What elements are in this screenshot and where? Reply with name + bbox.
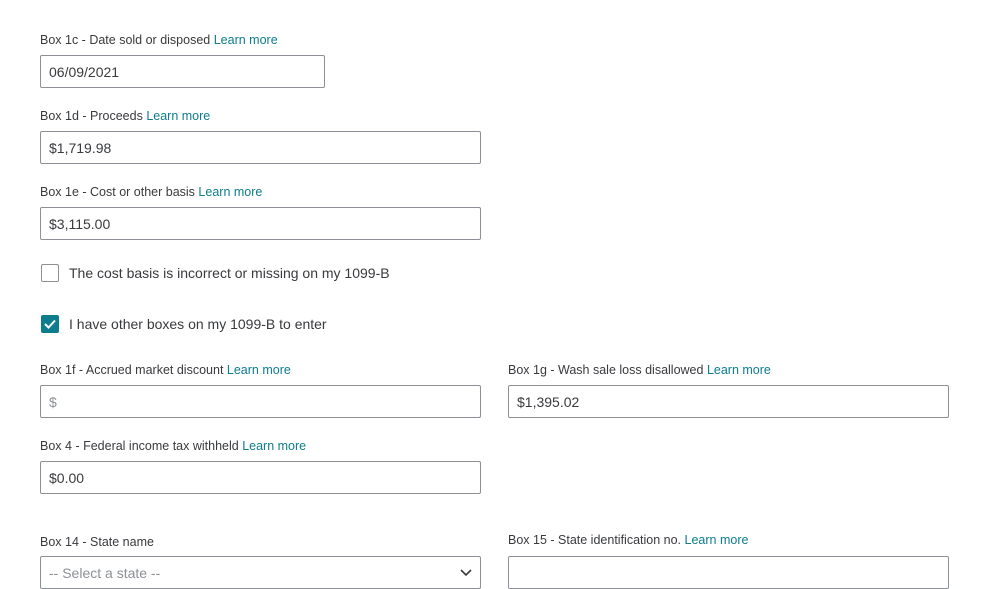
box14-label-text: Box 14 - State name <box>40 535 154 549</box>
box4-label-text: Box 4 - Federal income tax withheld <box>40 439 239 453</box>
box1c-label-text: Box 1c - Date sold or disposed <box>40 33 211 47</box>
box1g-label: Box 1g - Wash sale loss disallowed Learn… <box>508 363 771 377</box>
other-boxes-label: I have other boxes on my 1099-B to enter <box>69 316 327 332</box>
box15-label-text: Box 15 - State identification no. <box>508 533 682 547</box>
box1d-label-text: Box 1d - Proceeds <box>40 109 143 123</box>
box1g-label-text: Box 1g - Wash sale loss disallowed <box>508 363 704 377</box>
checkmark-icon <box>44 319 56 329</box>
box15-state-id-input[interactable] <box>508 556 949 589</box>
box1f-learn-more-link[interactable]: Learn more <box>227 363 291 377</box>
box1e-learn-more-link[interactable]: Learn more <box>198 185 262 199</box>
box1f-market-discount-input[interactable] <box>40 385 481 418</box>
box1g-learn-more-link[interactable]: Learn more <box>707 363 771 377</box>
box1d-label: Box 1d - Proceeds Learn more <box>40 109 210 123</box>
box1g-wash-sale-input[interactable] <box>508 385 949 418</box>
box4-tax-withheld-input[interactable] <box>40 461 481 494</box>
other-boxes-checkbox[interactable] <box>41 315 59 333</box>
cost-basis-incorrect-checkbox[interactable] <box>41 264 59 282</box>
box1e-label-text: Box 1e - Cost or other basis <box>40 185 195 199</box>
box1c-date-input[interactable] <box>40 55 325 88</box>
box1e-label: Box 1e - Cost or other basis Learn more <box>40 185 262 199</box>
box1c-learn-more-link[interactable]: Learn more <box>214 33 278 47</box>
state-select-value: -- Select a state -- <box>49 564 161 581</box>
box1e-cost-basis-input[interactable] <box>40 207 481 240</box>
cost-basis-incorrect-label: The cost basis is incorrect or missing o… <box>69 265 390 281</box>
box1d-proceeds-input[interactable] <box>40 131 481 164</box>
box1d-learn-more-link[interactable]: Learn more <box>146 109 210 123</box>
box4-learn-more-link[interactable]: Learn more <box>242 439 306 453</box>
box1f-label-text: Box 1f - Accrued market discount <box>40 363 224 377</box>
chevron-down-icon <box>460 568 472 576</box>
box1c-label: Box 1c - Date sold or disposed Learn mor… <box>40 33 278 47</box>
box15-learn-more-link[interactable]: Learn more <box>685 533 749 547</box>
box15-label: Box 15 - State identification no. Learn … <box>508 533 748 547</box>
box1f-label: Box 1f - Accrued market discount Learn m… <box>40 363 291 377</box>
box14-label: Box 14 - State name <box>40 535 154 549</box>
box4-label: Box 4 - Federal income tax withheld Lear… <box>40 439 306 453</box>
state-select[interactable]: -- Select a state -- <box>40 556 481 589</box>
